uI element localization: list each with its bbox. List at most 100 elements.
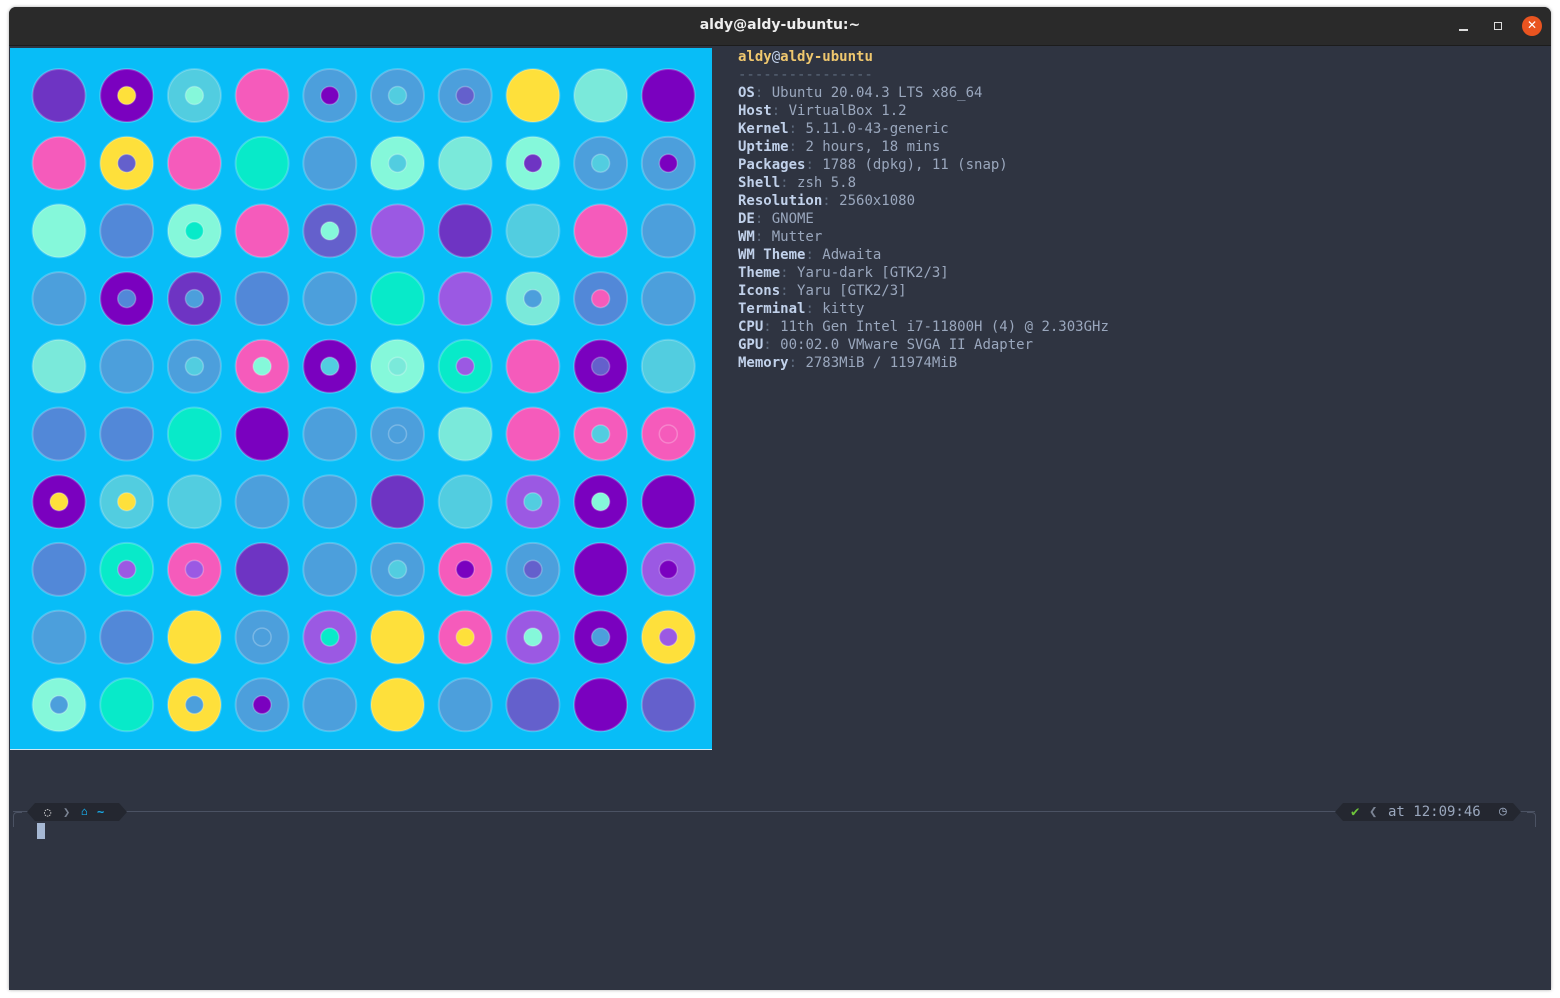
grid-circle <box>234 541 290 597</box>
grid-circle-center <box>184 288 205 309</box>
info-fields: OS: Ubuntu 20.04.3 LTS x86_64 Host: Virtu… <box>738 84 1109 372</box>
prompt-frame-line <box>13 811 1535 812</box>
grid-circle <box>234 474 290 530</box>
info-value: Adwaita <box>822 247 882 263</box>
grid-circle <box>99 406 155 462</box>
prompt-time: at 12:09:46 <box>1388 804 1481 820</box>
close-icon: ✕ <box>1526 18 1538 32</box>
info-key: Shell <box>738 175 781 191</box>
info-key: GPU <box>738 337 764 353</box>
prompt-separator-right: ❯ <box>63 805 71 819</box>
grid-circle-center <box>590 153 611 173</box>
grid-circle-center <box>590 288 611 309</box>
info-row: Uptime: 2 hours, 18 mins <box>738 138 1109 156</box>
grid-circle-center <box>523 288 543 309</box>
grid-circle-center <box>590 424 611 444</box>
info-value: 2 hours, 18 mins <box>805 139 941 155</box>
grid-circle-center <box>590 356 611 377</box>
info-row: WM: Mutter <box>738 228 1109 246</box>
info-key-separator: : <box>780 265 798 281</box>
info-value: 5.11.0-43-generic <box>805 121 949 137</box>
info-value: VirtualBox 1.2 <box>788 103 907 119</box>
grid-circle-center <box>320 356 340 377</box>
info-value: 11th Gen Intel i7-11800H (4) @ 2.303GHz <box>780 319 1109 335</box>
grid-circle-center <box>658 627 679 647</box>
grid-circle <box>573 203 629 259</box>
terminal-window: aldy@aldy-ubuntu:~ ✕ aldy@aldy-ubuntu --… <box>9 7 1551 990</box>
grid-circle <box>234 271 290 327</box>
close-button[interactable]: ✕ <box>1522 16 1542 36</box>
info-key: Memory <box>738 355 789 371</box>
grid-circle-center <box>320 627 340 647</box>
info-row: Kernel: 5.11.0-43-generic <box>738 120 1109 138</box>
window-title: aldy@aldy-ubuntu:~ <box>699 17 861 33</box>
info-key: Resolution <box>738 193 823 209</box>
grid-circle <box>234 406 290 462</box>
minimize-button[interactable] <box>1454 16 1474 36</box>
info-key: Icons <box>738 283 781 299</box>
info-row: Memory: 2783MiB / 11974MiB <box>738 354 1109 372</box>
grid-circle-center <box>116 153 137 173</box>
home-icon: ⌂ <box>81 805 88 818</box>
status-check-icon: ✔ <box>1351 804 1360 820</box>
grid-circle <box>640 271 696 327</box>
grid-circle-center <box>590 491 611 512</box>
info-key-separator: : <box>788 139 806 155</box>
grid-circle-center <box>455 627 475 647</box>
grid-circle-center <box>252 627 272 647</box>
grid-circle <box>302 541 358 597</box>
info-key-separator: : <box>754 211 772 227</box>
info-value: Yaru [GTK2/3] <box>797 283 907 299</box>
grid-circle <box>31 406 87 462</box>
grid-circle <box>370 677 425 733</box>
grid-circle <box>437 271 493 327</box>
info-key: DE <box>738 211 755 227</box>
grid-circle <box>640 474 696 530</box>
grid-circle <box>437 406 493 462</box>
grid-circle <box>302 135 358 191</box>
info-key: Packages <box>738 157 806 173</box>
maximize-button[interactable] <box>1488 16 1508 36</box>
info-row: Shell: zsh 5.8 <box>738 174 1109 192</box>
grid-circle-center <box>49 491 69 512</box>
info-row: Theme: Yaru-dark [GTK2/3] <box>738 264 1109 282</box>
grid-circle-center <box>523 153 543 173</box>
grid-circle <box>505 406 561 462</box>
info-value: kitty <box>822 301 865 317</box>
info-key: WM <box>738 229 755 245</box>
terminal-cursor[interactable] <box>37 823 45 839</box>
info-key-separator: : <box>763 319 781 335</box>
grid-circle-center <box>116 288 137 309</box>
grid-circle <box>573 541 629 597</box>
prompt-frame-left-corner <box>13 812 22 827</box>
info-value: GNOME <box>771 211 814 227</box>
grid-circle-center <box>387 356 408 377</box>
grid-circle <box>166 609 222 665</box>
ubuntu-icon: ◌ <box>44 805 52 819</box>
info-value: Mutter <box>771 229 823 245</box>
info-value: Yaru-dark [GTK2/3] <box>797 265 949 281</box>
info-value: 2560x1080 <box>839 193 916 209</box>
title-bar[interactable]: aldy@aldy-ubuntu:~ ✕ <box>9 7 1551 46</box>
system-info: aldy@aldy-ubuntu ---------------- OS: Ub… <box>738 48 1109 372</box>
grid-circle <box>370 203 425 259</box>
grid-circle-center <box>523 491 543 512</box>
grid-circle <box>99 677 155 733</box>
grid-circle-center <box>320 221 340 241</box>
info-key-separator: : <box>771 103 789 119</box>
grid-circle-center <box>252 356 272 377</box>
grid-circle-center <box>184 695 205 715</box>
grid-circle-center <box>116 491 137 512</box>
grid-circle <box>640 68 696 123</box>
info-row: OS: Ubuntu 20.04.3 LTS x86_64 <box>738 84 1109 102</box>
neofetch-image <box>10 48 712 750</box>
info-user: aldy <box>738 49 772 65</box>
grid-circle <box>99 203 155 259</box>
info-key-separator: : <box>805 247 823 263</box>
grid-circle-center <box>116 559 137 580</box>
grid-circle <box>31 135 87 191</box>
grid-circle <box>640 677 696 733</box>
info-row: Resolution: 2560x1080 <box>738 192 1109 210</box>
info-row: Packages: 1788 (dpkg), 11 (snap) <box>738 156 1109 174</box>
grid-circle-center <box>387 559 408 580</box>
